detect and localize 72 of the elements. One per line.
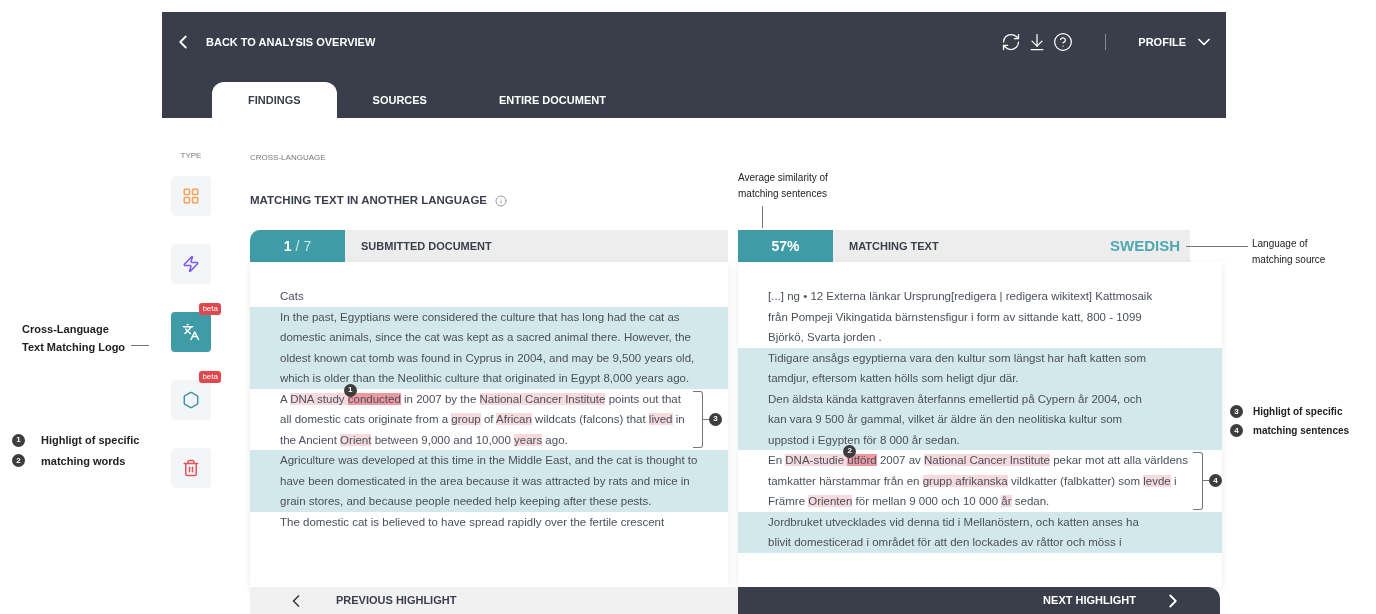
word-highlight: conducted (347, 392, 401, 405)
bracket (1193, 452, 1203, 510)
word-highlight: African (496, 413, 532, 425)
translate-icon (182, 323, 200, 341)
word-highlight: DNA study (290, 392, 348, 405)
number-marker: 1 (12, 433, 25, 447)
word-highlight: National Cancer Institute (924, 454, 1050, 466)
leader-line (1203, 480, 1209, 482)
beta-badge: beta (199, 303, 221, 315)
leader-line (703, 418, 709, 420)
hexagon-icon (182, 391, 200, 409)
match-counter: 1 / 7 (250, 230, 345, 262)
language-label: SWEDISH (1110, 235, 1180, 256)
annotation-text: Language of matching source (1252, 237, 1327, 267)
word-highlight: lived (648, 413, 673, 425)
annotation-text: Average similarity of matching sentences (738, 171, 828, 201)
legend-text: Highligt of specific (1253, 405, 1343, 419)
document-paragraph: Jordbruket utvecklades vid denna tid i Mellanöstern, och katten anses ha blivit domesticerad i området för att den lockades av råttor och möss i (768, 514, 1140, 550)
type-button[interactable] (171, 380, 211, 420)
document-paragraph: Den äldsta kända kattgraven återfanns emellertid på Cypern år 2004, och kan vara 9 500 år gammal, vilket är äldre än den neolitiska kultur som uppstod i Egypten för 8 000 år sedan. (768, 391, 1143, 448)
panel-heading: SUBMITTED DOCUMENT (361, 238, 492, 254)
type-label: TYPE (180, 150, 202, 162)
word-highlight: group (451, 413, 481, 425)
word-highlight: år (1001, 495, 1012, 507)
lightning-icon (182, 255, 200, 273)
info-icon[interactable] (495, 195, 508, 207)
leader-line (762, 206, 763, 228)
section-title: MATCHING TEXT IN ANOTHER LANGUAGE (250, 193, 488, 209)
back-link[interactable]: BACK TO ANALYSIS OVERVIEW (172, 31, 376, 53)
word-highlight: years (514, 433, 543, 446)
tab[interactable]: ENTIRE DOCUMENT (462, 82, 642, 118)
annotation-text: Cross-Language Text Matching Logo (22, 322, 126, 355)
word-highlight: utförd (847, 454, 877, 466)
type-button[interactable] (171, 244, 211, 284)
bracket (693, 390, 703, 448)
document-paragraph: Cats (280, 289, 305, 304)
document-paragraph: Tidigare ansågs egyptierna vara den kultur som längst har haft katten som tamdjur, eftersom katten hölls som heligt djur där. (768, 350, 1147, 386)
beta-badge: beta (199, 371, 221, 383)
legend-text: matching words (41, 453, 126, 469)
profile-menu[interactable]: PROFILE (1138, 32, 1214, 52)
tab[interactable]: FINDINGS (212, 82, 337, 118)
type-button[interactable] (171, 448, 211, 488)
trash-icon (182, 459, 200, 477)
type-button[interactable] (171, 312, 211, 352)
leader-line (131, 344, 150, 346)
next-highlight-button[interactable]: NEXT HIGHLIGHT (738, 587, 1220, 614)
word-highlight: grupp afrikanska (922, 474, 1008, 487)
word-highlight: National Cancer Institute (479, 392, 606, 405)
number-marker: 4 (1209, 474, 1222, 488)
document-paragraph: In the past, Egyptians were considered the culture that has long had the cat as domestic animals, since the cat was kept as a sacred animal there. However, the oldest known cat tomb was found in Cyprus in 2004, and may be 9,500 years old, which is older than the Neolithic culture that originated in Egypt 8,000 years ago. (280, 309, 696, 386)
similarity-percentage: 57% (738, 230, 833, 262)
document-paragraph: The domestic cat is believed to have spread rapidly over the fertile crescent (280, 514, 666, 530)
leader-line (1186, 245, 1248, 247)
word-highlight: levde (1143, 474, 1171, 487)
word-highlight: DNA-studie (785, 454, 848, 466)
breadcrumb: CROSS-LANGUAGE (250, 152, 327, 164)
number-marker: 3 (1230, 405, 1243, 418)
legend-text: matching sentences (1253, 424, 1350, 438)
word-highlight: Orienten (808, 495, 853, 507)
document-paragraph: [...] ng • 12 Externa länkar Ursprung[redigera | redigera wikitext] Kattmosaik från Pompeji Vikingatida bärnstensfigur i form av sittande katt, 800 - 1099 Björkö, Svarta jorden . (768, 289, 1154, 345)
number-marker: 2 (12, 454, 25, 468)
tab[interactable]: SOURCES (336, 82, 463, 118)
document-paragraph: Agriculture was developed at this time in the Middle East, and the cat is thought to have been domesticated in the area because it was attracted by rats and mice in grain stores, and because people needed help keeping after these pests. (280, 453, 698, 509)
help-icon[interactable] (1053, 32, 1074, 52)
previous-highlight-button[interactable]: PREVIOUS HIGHLIGHT (250, 587, 738, 614)
panel-heading: MATCHING TEXT (849, 238, 939, 254)
number-marker: 4 (1230, 424, 1243, 437)
refresh-icon[interactable] (1001, 32, 1022, 52)
legend-text: Highligt of specific (41, 433, 140, 448)
word-highlight: Orient (340, 433, 372, 446)
grid-icon (182, 187, 200, 205)
number-marker: 3 (709, 412, 722, 426)
